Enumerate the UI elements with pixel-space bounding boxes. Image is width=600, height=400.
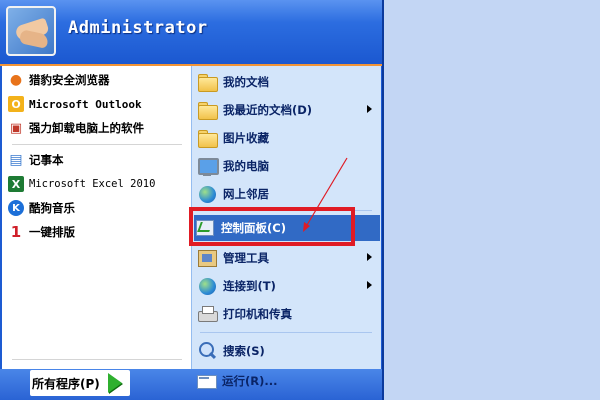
desktop-background (384, 0, 600, 400)
start-menu: Administrator ● 猎豹安全浏览器 O Microsoft Outl… (0, 0, 384, 400)
place-run[interactable]: 运行(R)... (195, 368, 377, 394)
annotation-arrow (303, 157, 348, 232)
all-programs-label: 所有程序(P) (32, 376, 100, 391)
all-programs-arrow-icon (107, 373, 122, 393)
place-label: 运行(R)... (222, 374, 278, 388)
run-icon (195, 370, 217, 392)
annotation-arrow-line (306, 157, 348, 226)
annotation-arrow-head (303, 222, 310, 232)
all-programs-button[interactable]: 所有程序(P) (30, 370, 130, 396)
